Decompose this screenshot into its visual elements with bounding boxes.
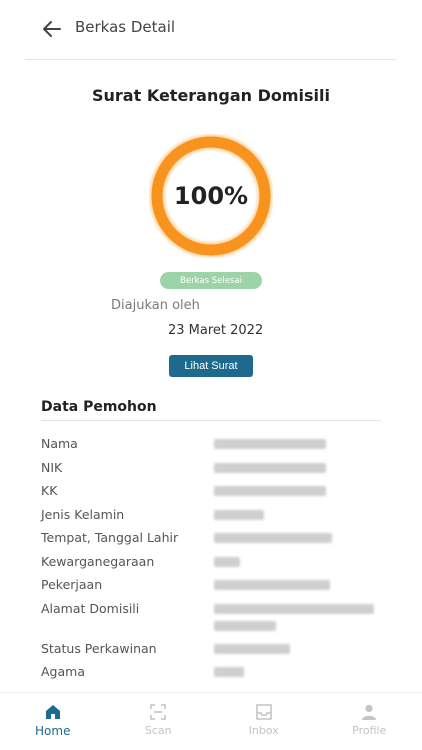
field-label: KK <box>41 483 58 498</box>
document-title: Surat Keterangan Domisili <box>92 86 330 105</box>
field-label: Status Perkawinan <box>41 640 157 656</box>
nav-item-home[interactable]: Home <box>0 693 106 750</box>
submitted-date: 23 Maret 2022 <box>168 323 264 338</box>
back-arrow-icon[interactable] <box>40 17 64 41</box>
field-label: Tempat, Tanggal Lahir <box>41 530 179 545</box>
field-value-redacted <box>214 554 386 578</box>
field-label: Nama <box>41 436 78 451</box>
home-icon <box>45 705 60 719</box>
status-badge: Berkas Selesai <box>160 272 262 289</box>
field-row: Status Perkawinan <box>41 641 386 665</box>
nav-label: Profile <box>352 724 387 737</box>
bottom-navigation: Home Scan Inbox Profile <box>0 692 422 750</box>
nav-label: Home <box>35 724 71 738</box>
field-row: Tempat, Tanggal Lahir <box>41 530 386 554</box>
field-row: Jenis Kelamin <box>41 507 386 531</box>
progress-ring: 100% <box>149 134 273 258</box>
field-label: Alamat Domisili <box>41 600 140 616</box>
field-row: Agama <box>41 664 386 688</box>
field-value-redacted <box>214 601 386 641</box>
applicant-fields: Nama NIK KK Jenis Kelamin Tempat, Tangga… <box>41 436 386 688</box>
profile-icon <box>362 704 377 720</box>
field-row: Kewarganegaraan <box>41 554 386 578</box>
field-row: Nama <box>41 436 386 460</box>
field-value-redacted <box>214 530 386 554</box>
section-title-applicant: Data Pemohon <box>41 399 157 415</box>
app-header: Berkas Detail <box>0 0 422 60</box>
section-divider <box>41 420 381 421</box>
field-row: Alamat Domisili <box>41 601 386 641</box>
inbox-icon <box>255 704 272 720</box>
field-label: Agama <box>41 664 85 679</box>
field-value-redacted <box>214 577 386 601</box>
scan-icon <box>150 704 167 720</box>
field-label: Pekerjaan <box>41 577 103 592</box>
field-row: NIK <box>41 460 386 484</box>
nav-label: Scan <box>144 724 172 737</box>
field-value-redacted <box>214 507 386 531</box>
field-row: Pekerjaan <box>41 577 386 601</box>
page-title: Berkas Detail <box>75 18 176 36</box>
field-value-redacted <box>214 436 386 460</box>
nav-label: Inbox <box>248 724 279 737</box>
field-value-redacted <box>214 641 386 665</box>
field-value-redacted <box>214 483 386 507</box>
field-row: KK <box>41 483 386 507</box>
field-value-redacted <box>214 460 386 484</box>
field-label: Jenis Kelamin <box>41 506 125 522</box>
view-letter-button[interactable]: Lihat Surat <box>169 355 253 377</box>
field-value-redacted <box>214 664 386 688</box>
nav-item-scan[interactable]: Scan <box>106 693 212 750</box>
nav-item-inbox[interactable]: Inbox <box>211 693 317 750</box>
field-label: Kewarganegaraan <box>41 553 155 569</box>
header-divider <box>25 59 397 60</box>
progress-percentage: 100% <box>173 182 249 210</box>
field-label: NIK <box>41 459 63 475</box>
nav-item-profile[interactable]: Profile <box>317 693 422 750</box>
submitted-by-label: Diajukan oleh <box>111 298 200 313</box>
